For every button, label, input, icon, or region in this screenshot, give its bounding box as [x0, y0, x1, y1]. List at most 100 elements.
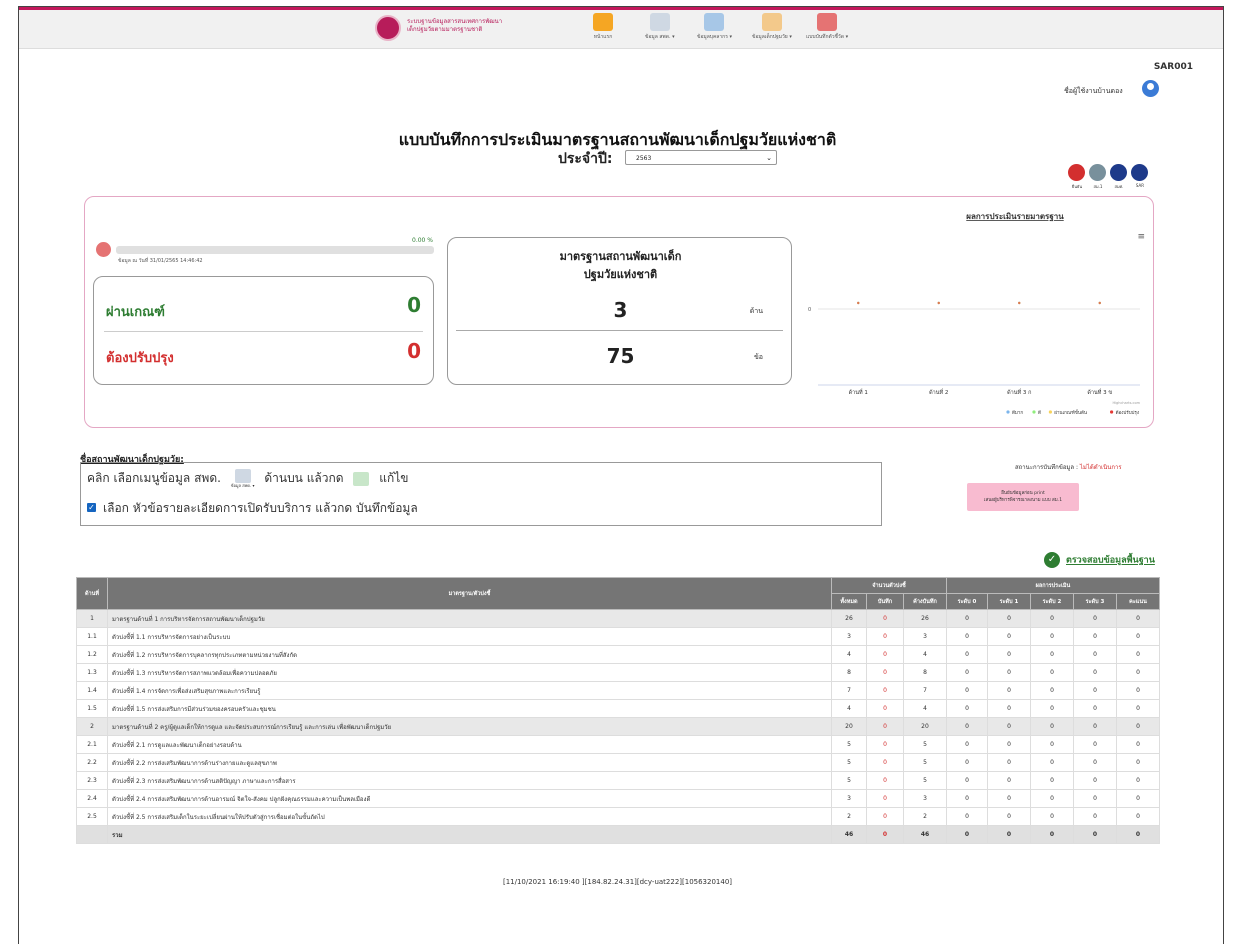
- print-icon: [1110, 164, 1127, 181]
- cell-all: 2: [831, 807, 867, 826]
- cell-score: 0: [1116, 609, 1160, 628]
- needs-improvement-count: 0: [407, 339, 421, 363]
- nav-item-label: หน้าแรก: [593, 34, 613, 40]
- user-avatar-icon[interactable]: [1142, 80, 1159, 97]
- cell-all: 20: [831, 717, 867, 736]
- row-number: 1.1: [76, 627, 108, 646]
- table-row[interactable]: 1.3 ตัวบ่งชี้ที่ 1.3 การบริหารจัดการสภาพแ…: [76, 663, 1160, 682]
- cell-l1: 0: [987, 771, 1031, 790]
- cell-all: 8: [831, 663, 867, 682]
- cell-l0: 0: [946, 681, 988, 700]
- record-status-value: ไม่ได้ดำเนินการ: [1079, 464, 1122, 471]
- user-name[interactable]: ชื่อผู้ใช้งานบ้านดอง: [1064, 86, 1123, 97]
- legend-item-3: ผ่านเกณฑ์ขั้นต้น: [1054, 409, 1087, 416]
- cell-saved: 0: [866, 627, 904, 646]
- cell-pending: 4: [903, 699, 947, 718]
- data-point-4-1: [857, 301, 860, 305]
- cell-l2: 0: [1030, 753, 1074, 772]
- cell-saved: 0: [866, 753, 904, 772]
- table-row[interactable]: 1.2 ตัวบ่งชี้ที่ 1.2 การบริหารจัดการบุคลา…: [76, 645, 1160, 664]
- instruction-text: แก้ไข: [379, 471, 409, 485]
- cell-saved: 0: [866, 681, 904, 700]
- nav-item-3[interactable]: ข้อมูลบุคลากร ▾: [697, 13, 732, 41]
- cell-l2: 0: [1030, 609, 1074, 628]
- cell-l2: 0: [1030, 645, 1074, 664]
- cell-l0: 0: [946, 663, 988, 682]
- cell-all: 5: [831, 771, 867, 790]
- cell-l0: 0: [946, 645, 988, 664]
- standard-card: มาตรฐานสถานพัฒนาเด็ก ปฐมวัยแห่งชาติ 3 ด้…: [447, 237, 792, 385]
- nav-item-label: ข้อมูลบุคลากร ▾: [697, 34, 732, 40]
- row-standard-name: ตัวบ่งชี้ที่ 2.4 การส่งเสริมพัฒนาการด้าน…: [107, 789, 832, 808]
- cell-l1: 0: [987, 717, 1031, 736]
- check-base-data-link[interactable]: ✓ ตรวจสอบข้อมูลพื้นฐาน: [1044, 552, 1155, 568]
- cell-pending: 20: [903, 717, 947, 736]
- search-people-icon: [704, 13, 725, 31]
- table-row[interactable]: 2.2 ตัวบ่งชี้ที่ 2.2 การส่งเสริมพัฒนาการด…: [76, 753, 1160, 772]
- cell-score: 0: [1116, 645, 1160, 664]
- nav-item-1[interactable]: หน้าแรก: [593, 13, 613, 41]
- year-label: ประจำปี:: [558, 151, 613, 167]
- record-book-icon: [817, 13, 838, 31]
- children-icon: [761, 13, 782, 31]
- row-number: 2.4: [76, 789, 108, 808]
- table-row[interactable]: 1 มาตรฐานด้านที่ 1 การบริหารจัดการสถานพัฒ…: [76, 609, 1160, 628]
- legend-marker-4: [1110, 410, 1114, 414]
- table-row[interactable]: 1.5 ตัวบ่งชี้ที่ 1.5 การส่งเสริมการมีส่วน…: [76, 699, 1160, 718]
- total-l1: 0: [987, 825, 1031, 844]
- table-row[interactable]: 1.4 ตัวบ่งชี้ที่ 1.4 การจัดการเพื่อส่งเสร…: [76, 681, 1160, 700]
- cell-l3: 0: [1073, 789, 1117, 808]
- edit-icon: [353, 471, 370, 486]
- col-score: คะแนน: [1116, 593, 1160, 610]
- row-number: 1.2: [76, 645, 108, 664]
- cell-score: 0: [1116, 717, 1160, 736]
- cell-all: 3: [831, 789, 867, 808]
- action-label: สมศ.: [1114, 184, 1124, 189]
- col-saved: บันทึก: [866, 593, 904, 610]
- items-unit: ข้อ: [754, 353, 763, 361]
- needs-improvement-label: ต้องปรับปรุง: [106, 351, 174, 366]
- data-timestamp: ข้อมูล ณ วันที่ 31/01/2565 14:46:42: [118, 258, 203, 264]
- instruction-text: คลิก เลือกเมนูข้อมูล สพด.: [87, 471, 221, 485]
- table-row[interactable]: 1.1 ตัวบ่งชี้ที่ 1.1 การบริหารจัดการอย่าง…: [76, 627, 1160, 646]
- table-row[interactable]: 2.3 ตัวบ่งชี้ที่ 2.3 การส่งเสริมพัฒนาการด…: [76, 771, 1160, 790]
- table-row[interactable]: 2.1 ตัวบ่งชี้ที่ 2.1 การดูแลและพัฒนาเด็กอ…: [76, 735, 1160, 754]
- system-name-line2: เด็กปฐมวัยตามมาตรฐานชาติ: [407, 26, 483, 33]
- cell-score: 0: [1116, 627, 1160, 646]
- row-number: 1: [76, 609, 108, 628]
- cell-l0: 0: [946, 717, 988, 736]
- organization-logo[interactable]: [375, 15, 401, 41]
- row-number: 1.5: [76, 699, 108, 718]
- table-row[interactable]: 2.4 ตัวบ่งชี้ที่ 2.4 การส่งเสริมพัฒนาการด…: [76, 789, 1160, 808]
- progress-icon: [96, 242, 111, 257]
- cell-pending: 3: [903, 789, 947, 808]
- table-body: 1 มาตรฐานด้านที่ 1 การบริหารจัดการสถานพัฒ…: [76, 609, 1160, 844]
- cell-l1: 0: [987, 735, 1031, 754]
- row-number: 2.2: [76, 753, 108, 772]
- cell-saved: 0: [866, 645, 904, 664]
- cell-saved: 0: [866, 717, 904, 736]
- footer-info: [11/10/2021 16:19:40 ][184.82.24.31][dcy…: [502, 878, 733, 886]
- total-all: 46: [831, 825, 867, 844]
- confirm-print-button[interactable]: ยืนยันข้อมูลก่อน print เสนอผู้บริหารพิจา…: [967, 483, 1079, 511]
- system-name-line1: ระบบฐานข้อมูลสารสนเทศการพัฒนา: [407, 18, 503, 25]
- standard-title-line2: ปฐมวัยแห่งชาติ: [583, 268, 658, 281]
- menu-data-icon: ข้อมูล สพด. ▾: [231, 469, 255, 488]
- nav-item-4[interactable]: ข้อมูลเด็กปฐมวัย ▾: [752, 13, 792, 41]
- table-row[interactable]: 2 มาตรฐานด้านที่ 2 ครู/ผู้ดูแลเด็กให้การด…: [76, 717, 1160, 736]
- table-row[interactable]: 2.5 ตัวบ่งชี้ที่ 2.5 การส่งเสริมเด็กในระย…: [76, 807, 1160, 826]
- total-l2: 0: [1030, 825, 1074, 844]
- year-select[interactable]: 2563 ⌄: [625, 150, 777, 165]
- table-total-row: รวม 46 0 46 0 0 0 0 0: [76, 825, 1160, 844]
- y-tick-label: 0: [808, 307, 811, 313]
- cell-all: 26: [831, 609, 867, 628]
- total-label: รวม: [107, 825, 832, 844]
- home-icon: [593, 13, 613, 31]
- row-standard-name: ตัวบ่งชี้ที่ 1.3 การบริหารจัดการสภาพแวดล…: [107, 663, 832, 682]
- cell-l3: 0: [1073, 681, 1117, 700]
- chart-title: ผลการประเมินรายมาตรฐาน: [966, 212, 1064, 222]
- nav-item-5[interactable]: แบบบันทึกตัวชี้วัด ▾: [806, 13, 848, 41]
- nav-item-2[interactable]: ข้อมูล สพด. ▾: [645, 13, 675, 41]
- cell-l3: 0: [1073, 717, 1117, 736]
- sides-unit: ด้าน: [749, 307, 763, 315]
